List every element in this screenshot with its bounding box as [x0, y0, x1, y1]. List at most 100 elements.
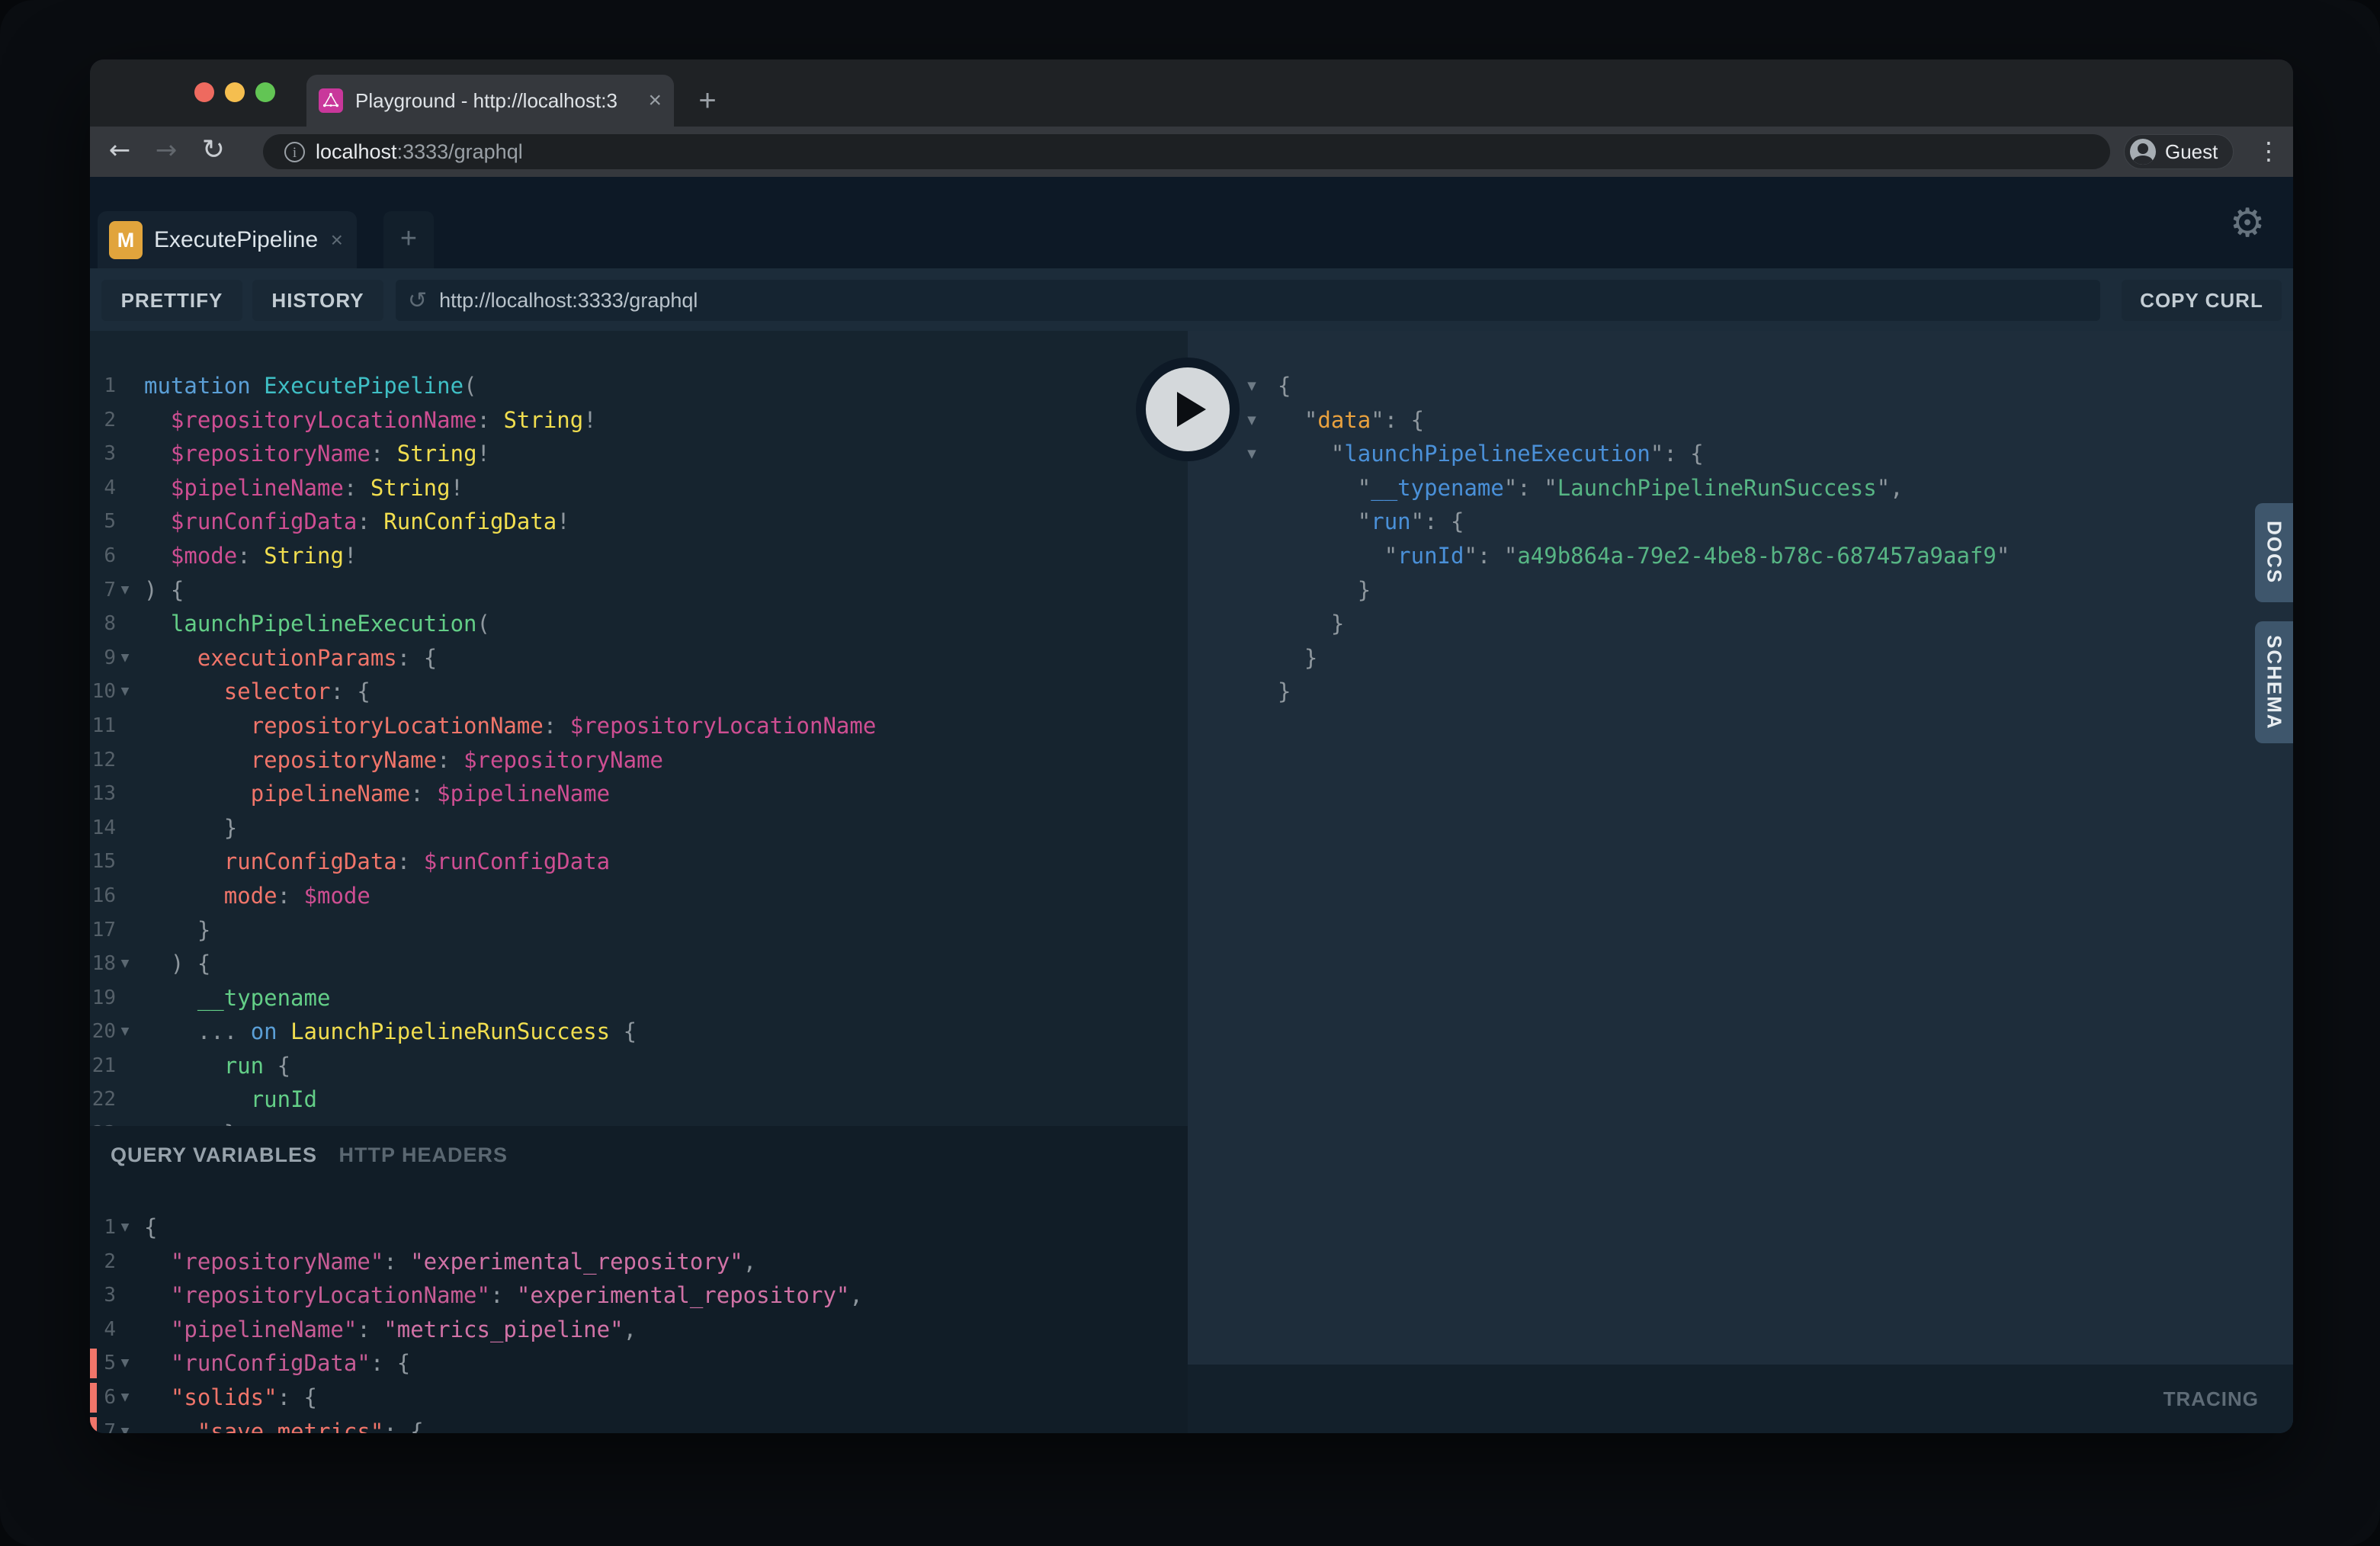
fold-spacer — [116, 471, 134, 505]
browser-tab[interactable]: Playground - http://localhost:3 × — [306, 75, 674, 127]
fold-spacer — [116, 539, 134, 573]
site-info-icon[interactable]: i — [284, 142, 305, 162]
code-token: : { — [277, 1384, 317, 1410]
response-viewer[interactable]: ▼{▼ "data": {▼ "launchPipelineExecution"… — [1188, 331, 2293, 1365]
code-token: "repositoryLocationName" — [171, 1282, 490, 1308]
code-line: 4 "pipelineName": "metrics_pipeline", — [90, 1313, 1188, 1347]
code-text: "save_metrics": { — [134, 1415, 424, 1433]
endpoint-input[interactable]: ↺ http://localhost:3333/graphql — [396, 280, 2100, 321]
fold-arrow-icon[interactable]: ▼ — [1237, 369, 1267, 403]
code-token: : — [357, 508, 370, 534]
code-token: "experimental_repository" — [410, 1249, 743, 1275]
tab-http-headers[interactable]: HTTP HEADERS — [339, 1143, 508, 1166]
history-button[interactable]: HISTORY — [252, 280, 383, 321]
browser-window: Playground - http://localhost:3 × + ← → … — [90, 59, 2293, 1433]
profile-chip[interactable]: Guest — [2124, 134, 2234, 169]
zoom-window-button[interactable] — [255, 82, 275, 102]
docs-side-tab[interactable]: DOCS — [2255, 503, 2293, 602]
copy-curl-button[interactable]: COPY CURL — [2122, 280, 2282, 321]
close-playground-tab-icon[interactable]: × — [331, 229, 343, 251]
new-playground-tab-button[interactable]: + — [383, 211, 434, 268]
new-tab-button[interactable]: + — [691, 85, 724, 119]
fold-arrow-icon[interactable]: ▼ — [116, 1346, 134, 1381]
mutation-badge: M — [109, 221, 143, 259]
query-editor[interactable]: 1mutation ExecutePipeline(2 $repositoryL… — [90, 331, 1188, 1126]
tab-query-variables[interactable]: QUERY VARIABLES — [111, 1143, 317, 1166]
endpoint-url: http://localhost:3333/graphql — [439, 289, 698, 313]
code-token: : — [437, 747, 450, 773]
reload-icon[interactable]: ↻ — [194, 127, 233, 177]
code-token: } — [1304, 645, 1317, 671]
fold-arrow-icon[interactable]: ▼ — [116, 1415, 134, 1433]
code-token — [251, 373, 264, 399]
variables-editor[interactable]: 1▼{2 "repositoryName": "experimental_rep… — [90, 1211, 1188, 1433]
code-line: 1▼{ — [90, 1211, 1188, 1245]
fold-arrow-icon[interactable]: ▼ — [116, 1015, 134, 1049]
code-text: runConfigData: $runConfigData — [134, 845, 610, 879]
code-token: } — [1331, 611, 1344, 637]
code-line: } — [1188, 607, 2293, 641]
back-icon[interactable]: ← — [101, 127, 139, 177]
tracing-bar[interactable]: TRACING — [1188, 1365, 2293, 1433]
gutter-mark — [90, 1383, 97, 1413]
code-token: launchPipelineExecution — [1344, 441, 1650, 467]
code-token — [1278, 508, 1358, 534]
code-token: mode — [224, 883, 277, 909]
code-token: $runConfigData — [171, 508, 357, 534]
fold-arrow-icon[interactable]: ▼ — [116, 1211, 134, 1245]
code-line: 15 runConfigData: $runConfigData — [90, 845, 1188, 879]
code-token: ! — [477, 441, 490, 467]
code-token — [144, 678, 224, 704]
code-line: 2 $repositoryLocationName: String! — [90, 403, 1188, 438]
code-token — [144, 747, 251, 773]
endpoint-reload-icon[interactable]: ↺ — [408, 287, 427, 314]
code-token: : — [410, 781, 423, 807]
close-window-button[interactable] — [194, 82, 214, 102]
line-number: 6 — [90, 539, 116, 573]
fold-arrow-icon[interactable]: ▼ — [1237, 437, 1267, 471]
prettify-button[interactable]: PRETTIFY — [101, 280, 242, 321]
avatar — [2130, 139, 2156, 165]
line-number: 18 — [90, 947, 116, 981]
fold-arrow-icon[interactable]: ▼ — [1237, 403, 1267, 438]
code-token: repositoryLocationName — [251, 713, 544, 739]
code-line: 11 repositoryLocationName: $repositoryLo… — [90, 709, 1188, 743]
code-token: ... — [197, 1018, 237, 1044]
code-line: ▼{ — [1188, 369, 2293, 403]
code-line: 1mutation ExecutePipeline( — [90, 369, 1188, 403]
code-token — [410, 645, 423, 671]
code-token — [424, 781, 437, 807]
code-text: "run": { — [1267, 505, 1464, 539]
code-token — [144, 645, 197, 671]
schema-side-tab[interactable]: SCHEMA — [2255, 621, 2293, 743]
fold-arrow-icon[interactable]: ▼ — [116, 1381, 134, 1415]
code-token: { — [144, 1214, 157, 1240]
fold-arrow-icon[interactable]: ▼ — [116, 573, 134, 608]
code-token: : — [544, 713, 557, 739]
code-line: 10▼ selector: { — [90, 675, 1188, 709]
fold-arrow-icon[interactable]: ▼ — [116, 675, 134, 709]
code-token: ": { — [1650, 441, 1704, 467]
playground-tab-title: ExecutePipeline — [154, 227, 331, 253]
browser-menu-icon[interactable]: ⋮ — [2252, 127, 2285, 177]
execute-query-button[interactable] — [1136, 358, 1240, 461]
line-number: 7 — [90, 573, 116, 608]
line-number: 16 — [90, 879, 116, 913]
code-token: ! — [583, 407, 596, 433]
code-text: executionParams: { — [134, 641, 437, 675]
code-text: } — [1267, 573, 1371, 608]
settings-gear-icon[interactable]: ⚙ — [2224, 198, 2270, 249]
fold-spacer — [116, 981, 134, 1015]
playground-tab-executepipeline[interactable]: M ExecutePipeline × — [98, 211, 357, 268]
address-bar[interactable]: i localhost:3333/graphql — [263, 134, 2110, 169]
code-line: 6 $mode: String! — [90, 539, 1188, 573]
forward-icon: → — [147, 127, 185, 177]
code-line: 3 $repositoryName: String! — [90, 437, 1188, 471]
minimize-window-button[interactable] — [225, 82, 245, 102]
close-tab-icon[interactable]: × — [648, 89, 662, 112]
fold-arrow-icon[interactable]: ▼ — [116, 641, 134, 675]
code-text: } — [134, 811, 237, 845]
fold-arrow-icon[interactable]: ▼ — [116, 947, 134, 981]
code-token: LaunchPipelineRunSuccess — [1557, 475, 1877, 501]
code-text: runId — [134, 1083, 317, 1117]
